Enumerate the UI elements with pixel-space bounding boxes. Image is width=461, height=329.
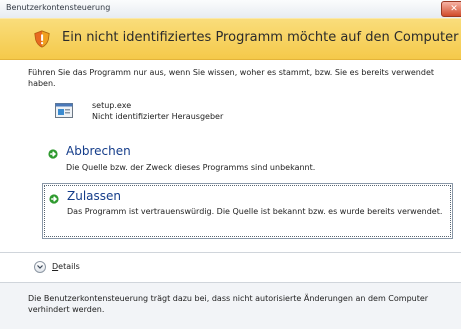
program-name: setup.exe — [92, 101, 132, 110]
allow-description: Das Programm ist vertrauenswürdig. Die Q… — [67, 207, 443, 216]
banner-text: Ein nicht identifiziertes Programm möcht… — [62, 30, 461, 45]
uac-dialog: Benutzerkontensteuerung ✕ Ein nicht iden… — [0, 0, 461, 329]
details-label-rest: etails — [58, 262, 80, 271]
intro-text: Führen Sie das Programm nur aus, wenn Si… — [28, 68, 434, 88]
program-icon — [55, 103, 73, 118]
details-label[interactable]: Details — [52, 262, 80, 271]
divider — [0, 252, 461, 253]
program-publisher: Nicht identifizierter Herausgeber — [92, 112, 224, 121]
warning-banner: Ein nicht identifiziertes Programm möcht… — [0, 18, 461, 60]
close-button[interactable]: ✕ — [441, 1, 461, 17]
window-title: Benutzerkontensteuerung — [6, 3, 111, 12]
cancel-button[interactable]: Abbrechen Die Quelle bzw. der Zweck dies… — [42, 143, 453, 181]
green-arrow-icon — [49, 194, 59, 204]
allow-title: Zulassen — [67, 189, 122, 203]
cancel-title: Abbrechen — [66, 144, 131, 158]
allow-button[interactable]: Zulassen Das Programm ist vertrauenswürd… — [42, 183, 453, 239]
chevron-down-icon — [37, 265, 43, 269]
cancel-description: Die Quelle bzw. der Zweck dieses Program… — [66, 163, 316, 172]
title-bar: Benutzerkontensteuerung ✕ — [0, 0, 461, 19]
footer-text: Die Benutzerkontensteuerung trägt dazu b… — [28, 294, 429, 314]
details-toggle-button[interactable] — [34, 261, 46, 273]
shield-warning-icon — [34, 30, 50, 48]
green-arrow-icon — [48, 149, 58, 159]
close-icon: ✕ — [450, 4, 458, 14]
